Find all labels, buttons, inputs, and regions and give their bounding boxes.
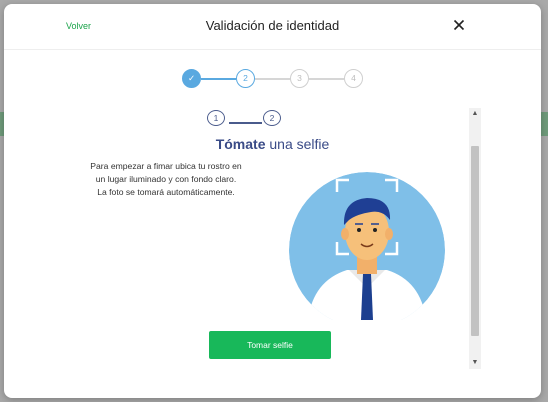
selfie-illustration xyxy=(289,172,445,320)
instruction-line: un lugar iluminado y con fondo claro. xyxy=(95,174,237,184)
selfie-title-rest: una selfie xyxy=(265,136,330,152)
identity-validation-modal: Volver Validación de identidad ✓ 2 3 4 1… xyxy=(4,4,541,398)
modal-header: Volver Validación de identidad xyxy=(4,4,541,50)
scrollbar[interactable]: ▲ ▼ xyxy=(469,108,481,369)
close-icon xyxy=(453,19,465,31)
scroll-thumb[interactable] xyxy=(471,146,479,336)
step-4: 4 xyxy=(344,69,363,88)
step-connector xyxy=(201,78,236,80)
sub-step-2: 2 xyxy=(263,110,281,126)
selfie-title: Tómate una selfie xyxy=(4,136,541,152)
sub-step-1: 1 xyxy=(207,110,225,126)
scroll-up-arrow-icon[interactable]: ▲ xyxy=(469,108,481,120)
selfie-title-bold: Tómate xyxy=(215,136,266,152)
sub-step-connector xyxy=(229,122,262,124)
instruction-line: La foto se tomará automáticamente. xyxy=(97,187,235,197)
take-selfie-button[interactable]: Tomar selfie xyxy=(209,331,331,359)
step-connector xyxy=(309,78,344,80)
step-2: 2 xyxy=(236,69,255,88)
scroll-content[interactable]: 1 2 Tómate una selfie Para empezar a fim… xyxy=(4,100,541,368)
step-3: 3 xyxy=(290,69,309,88)
instructions-text: Para empezar a fimar ubica tu rostro en … xyxy=(66,160,266,199)
instruction-line: Para empezar a fimar ubica tu rostro en xyxy=(90,161,242,171)
progress-stepper: ✓ 2 3 4 xyxy=(182,69,364,89)
step-connector xyxy=(255,78,290,80)
scroll-down-arrow-icon[interactable]: ▼ xyxy=(469,357,481,369)
sub-stepper: 1 2 xyxy=(207,108,285,126)
step-1-checkmark: ✓ xyxy=(182,69,201,88)
close-button[interactable] xyxy=(451,17,467,33)
